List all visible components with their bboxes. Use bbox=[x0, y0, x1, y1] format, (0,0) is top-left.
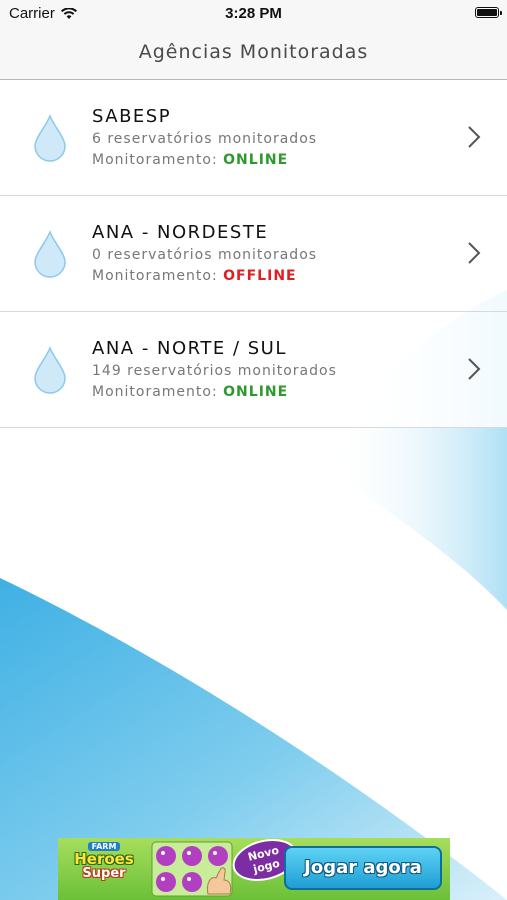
navigation-bar: Agências Monitoradas bbox=[0, 28, 507, 80]
water-drop-icon bbox=[34, 230, 66, 278]
reservoir-count: 6 reservatórios monitorados bbox=[92, 131, 318, 147]
chevron-right-icon bbox=[468, 126, 481, 148]
monitoring-status: Monitoramento: ONLINE bbox=[92, 152, 288, 168]
ad-game-logo: FARM Heroes Super bbox=[66, 842, 142, 896]
status-badge: OFFLINE bbox=[223, 268, 297, 284]
water-drop-icon bbox=[34, 346, 66, 394]
battery-icon bbox=[475, 7, 502, 18]
page-title: Agências Monitoradas bbox=[138, 41, 369, 63]
chevron-right-icon bbox=[468, 358, 481, 380]
status-badge: ONLINE bbox=[223, 152, 289, 168]
status-bar: Carrier 3:28 PM bbox=[0, 0, 507, 28]
agency-name: ANA - NORDESTE bbox=[92, 222, 269, 243]
reservoir-count: 149 reservatórios monitorados bbox=[92, 363, 337, 379]
status-badge: ONLINE bbox=[223, 384, 289, 400]
ad-logo-heroes: Heroes bbox=[74, 850, 134, 868]
agency-list: SABESP 6 reservatórios monitorados Monit… bbox=[0, 80, 507, 428]
monitoring-label: Monitoramento: bbox=[92, 152, 218, 168]
agency-row-ana-nordeste[interactable]: ANA - NORDESTE 0 reservatórios monitorad… bbox=[0, 196, 507, 312]
reservoir-count: 0 reservatórios monitorados bbox=[92, 247, 318, 263]
water-drop-icon bbox=[34, 114, 66, 162]
chevron-right-icon bbox=[468, 242, 481, 264]
ad-logo-super: Super bbox=[82, 866, 126, 881]
ad-banner[interactable]: FARM Heroes Super Novo jogo Jogar agora bbox=[58, 838, 450, 900]
monitoring-label: Monitoramento: bbox=[92, 268, 218, 284]
ad-play-now-button[interactable]: Jogar agora bbox=[284, 846, 442, 890]
monitoring-status: Monitoramento: ONLINE bbox=[92, 384, 288, 400]
monitoring-status: Monitoramento: OFFLINE bbox=[92, 268, 297, 284]
monitoring-label: Monitoramento: bbox=[92, 384, 218, 400]
agency-name: SABESP bbox=[92, 106, 172, 127]
status-time: 3:28 PM bbox=[225, 5, 282, 22]
agency-row-ana-norte-sul[interactable]: ANA - NORTE / SUL 149 reservatórios moni… bbox=[0, 312, 507, 428]
agency-name: ANA - NORTE / SUL bbox=[92, 338, 287, 359]
agency-row-sabesp[interactable]: SABESP 6 reservatórios monitorados Monit… bbox=[0, 80, 507, 196]
